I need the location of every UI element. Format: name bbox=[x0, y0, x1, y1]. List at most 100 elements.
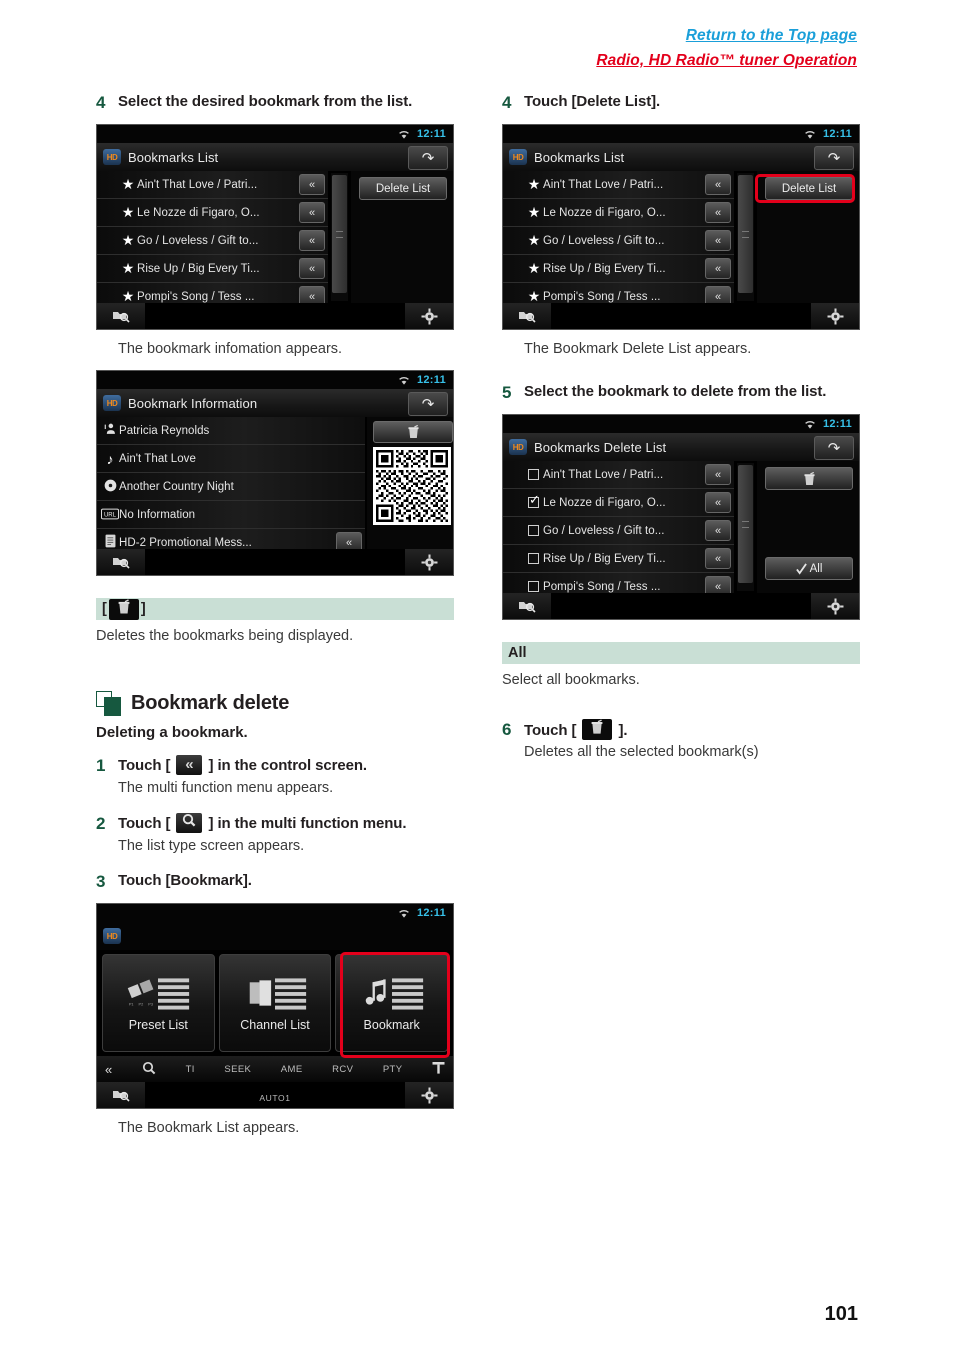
step-number: 3 bbox=[96, 871, 106, 891]
scroll-text-button[interactable]: « bbox=[705, 230, 731, 252]
scroll-text-button[interactable]: « bbox=[705, 464, 731, 486]
tile-bookmark[interactable]: Bookmark bbox=[335, 954, 449, 1052]
list-search-icon[interactable] bbox=[503, 593, 551, 620]
checkbox[interactable] bbox=[528, 525, 539, 537]
step-3: 3 Touch [Bookmark]. bbox=[96, 871, 454, 893]
trash-button[interactable] bbox=[373, 421, 453, 443]
scroll-text-button[interactable]: « bbox=[705, 548, 731, 570]
scroll-text-button[interactable]: « bbox=[705, 492, 731, 514]
tile-channel-list[interactable]: Channel List bbox=[218, 954, 332, 1052]
trash-button[interactable] bbox=[765, 467, 853, 491]
device-title-bar: HD bbox=[97, 922, 453, 950]
list-item[interactable]: ★ Go / Loveless / Gift to... « bbox=[97, 227, 328, 256]
screenshot-list-type: 12:11 HD P1 P2 P3 Preset List Channel List bbox=[96, 903, 454, 1109]
screenshot-bookmark-information: 12:11 HD Bookmark Information ↷ Patricia… bbox=[96, 370, 454, 576]
ti-button[interactable]: TI bbox=[186, 1064, 195, 1075]
list-item: ♪ Ain't That Love bbox=[97, 445, 365, 473]
select-all-button[interactable]: All bbox=[765, 557, 853, 581]
back-arrow-icon[interactable]: ↷ bbox=[408, 392, 448, 416]
scrollbar[interactable] bbox=[737, 173, 754, 302]
return-to-top-link[interactable]: Return to the Top page bbox=[596, 26, 857, 47]
gear-icon[interactable] bbox=[811, 593, 859, 620]
step-2-body: The list type screen appears. bbox=[118, 838, 305, 854]
scroll-text-button[interactable]: « bbox=[705, 174, 731, 196]
list-item[interactable]: ★ Ain't That Love / Patri... « bbox=[503, 171, 734, 200]
scrollbar-thumb[interactable] bbox=[738, 465, 753, 584]
page-header: Return to the Top page Radio, HD Radio™ … bbox=[596, 26, 857, 72]
back-arrow-icon[interactable]: ↷ bbox=[814, 436, 854, 461]
checkbox[interactable] bbox=[528, 553, 539, 565]
pty-button[interactable]: PTY bbox=[383, 1064, 403, 1075]
list-item[interactable]: ★ Go / Loveless / Gift to... « bbox=[503, 227, 734, 256]
tile-grid: P1 P2 P3 Preset List Channel List Bookmark bbox=[97, 950, 453, 1056]
list-item[interactable]: ★ Ain't That Love / Patri... « bbox=[97, 171, 328, 200]
star-icon: ★ bbox=[527, 260, 541, 277]
list-search-icon[interactable] bbox=[97, 1082, 145, 1108]
screen-title: Bookmarks List bbox=[128, 149, 219, 165]
gear-icon[interactable] bbox=[405, 549, 453, 575]
list-item-label: Pompi's Song / Tess ... bbox=[543, 290, 661, 303]
search-icon[interactable] bbox=[142, 1061, 156, 1078]
wifi-icon bbox=[805, 130, 815, 139]
definition-text-trash: Deletes the bookmarks being displayed. bbox=[96, 628, 354, 644]
list-item[interactable]: Ain't That Love / Patri... « bbox=[503, 461, 734, 490]
ame-button[interactable]: AME bbox=[281, 1064, 303, 1075]
scrollbar[interactable] bbox=[737, 463, 754, 592]
list-item-label: Ain't That Love bbox=[119, 452, 196, 465]
svg-text:URL: URL bbox=[104, 512, 117, 518]
list-item[interactable]: ★ Le Nozze di Figaro, O... « bbox=[503, 199, 734, 228]
seek-button[interactable]: SEEK bbox=[224, 1064, 251, 1075]
scroll-text-button[interactable]: « bbox=[705, 258, 731, 280]
antenna-icon[interactable] bbox=[432, 1061, 445, 1078]
music-note-icon: ♪ bbox=[106, 450, 114, 467]
list-search-icon[interactable] bbox=[503, 303, 551, 330]
list-item[interactable]: Le Nozze di Figaro, O... « bbox=[503, 489, 734, 518]
checkbox[interactable] bbox=[528, 469, 539, 481]
list-item-label: Le Nozze di Figaro, O... bbox=[543, 496, 666, 509]
hd-radio-icon: HD bbox=[509, 439, 527, 456]
step-6: 6 Touch [ ]. bbox=[502, 718, 860, 741]
gear-icon[interactable] bbox=[811, 303, 859, 330]
back-arrow-icon[interactable]: ↷ bbox=[408, 146, 448, 171]
scroll-text-button[interactable]: « bbox=[705, 520, 731, 542]
scroll-text-button[interactable]: « bbox=[299, 202, 325, 224]
star-icon: ★ bbox=[121, 232, 135, 249]
scrollbar-thumb[interactable] bbox=[738, 175, 753, 294]
list-item[interactable]: ★ Le Nozze di Figaro, O... « bbox=[97, 199, 328, 228]
gear-icon[interactable] bbox=[405, 303, 453, 330]
url-icon: URL bbox=[101, 507, 119, 523]
list-item-label: Go / Loveless / Gift to... bbox=[137, 234, 259, 247]
right-pane: Delete List bbox=[351, 171, 453, 304]
list-item-label: Pompi's Song / Tess ... bbox=[137, 290, 255, 303]
device-status-bar: 12:11 bbox=[97, 371, 453, 389]
device-footer: AUTO1 bbox=[97, 1082, 453, 1108]
list-item[interactable]: ★ Rise Up / Big Every Ti... « bbox=[97, 255, 328, 284]
double-chevron-left-icon[interactable]: « bbox=[105, 1062, 113, 1077]
screen-title: Bookmarks List bbox=[534, 149, 625, 165]
list-item[interactable]: Go / Loveless / Gift to... « bbox=[503, 517, 734, 546]
clock: 12:11 bbox=[416, 128, 446, 141]
checkbox[interactable] bbox=[528, 581, 539, 593]
scroll-text-button[interactable]: « bbox=[299, 174, 325, 196]
double-chevron-left-icon: « bbox=[176, 754, 203, 775]
delete-list-button[interactable]: Delete List bbox=[359, 177, 447, 201]
tile-preset-list[interactable]: P1 P2 P3 Preset List bbox=[102, 954, 215, 1052]
delete-list-button[interactable]: Delete List bbox=[765, 177, 853, 201]
back-arrow-icon[interactable]: ↷ bbox=[814, 146, 854, 171]
scrollbar[interactable] bbox=[331, 173, 348, 302]
scroll-text-button[interactable]: « bbox=[299, 230, 325, 252]
hd-radio-icon: HD bbox=[103, 928, 121, 944]
scroll-text-button[interactable]: « bbox=[705, 202, 731, 224]
checkbox-checked[interactable] bbox=[528, 493, 540, 509]
list-item[interactable]: ★ Rise Up / Big Every Ti... « bbox=[503, 255, 734, 284]
gear-icon[interactable] bbox=[405, 1082, 453, 1108]
device-status-bar: 12:11 bbox=[97, 904, 453, 922]
rcv-button[interactable]: RCV bbox=[332, 1064, 353, 1075]
list-search-icon[interactable] bbox=[97, 303, 145, 330]
scrollbar-thumb[interactable] bbox=[332, 175, 347, 294]
svg-text:P2: P2 bbox=[139, 1002, 144, 1007]
list-search-icon[interactable] bbox=[97, 549, 145, 575]
scroll-text-button[interactable]: « bbox=[299, 258, 325, 280]
list-item[interactable]: Rise Up / Big Every Ti... « bbox=[503, 545, 734, 574]
step-6-body: Deletes all the selected bookmark(s) bbox=[524, 744, 759, 761]
